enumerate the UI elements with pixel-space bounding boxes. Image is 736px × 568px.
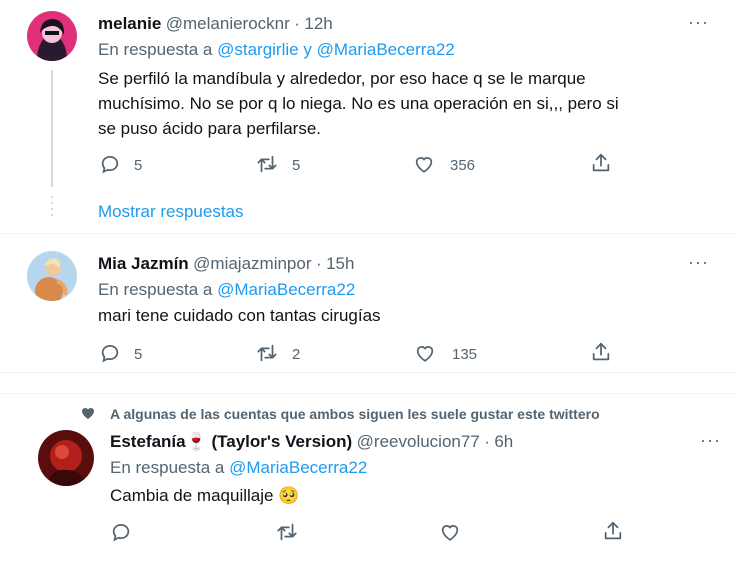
thread-line xyxy=(51,70,53,187)
show-replies-link[interactable]: Mostrar respuestas xyxy=(98,202,244,222)
thread-dots xyxy=(51,196,53,220)
share-icon[interactable] xyxy=(602,520,624,542)
reply-context: En respuesta a @stargirlie y @MariaBecer… xyxy=(98,40,455,60)
user-handle[interactable]: @melanierocknr xyxy=(166,14,290,33)
more-options-icon[interactable]: ··· xyxy=(688,252,709,273)
reply-context: En respuesta a @MariaBecerra22 xyxy=(110,458,367,478)
mention-link[interactable]: @stargirlie xyxy=(217,40,299,59)
retweet-count: 5 xyxy=(292,157,301,174)
social-context: A algunas de las cuentas que ambos sigue… xyxy=(110,406,600,422)
retweet-icon[interactable] xyxy=(255,153,279,175)
retweet-count: 2 xyxy=(292,346,301,363)
like-icon[interactable] xyxy=(413,342,437,364)
retweet-icon[interactable] xyxy=(255,342,279,364)
display-name[interactable]: melanie xyxy=(98,14,161,33)
tweet-header: Mia Jazmín @miajazminpor · 15h xyxy=(98,254,354,274)
timestamp[interactable]: 15h xyxy=(326,254,354,273)
like-icon[interactable] xyxy=(412,153,436,175)
divider xyxy=(0,233,736,234)
share-icon[interactable] xyxy=(590,152,612,174)
more-options-icon[interactable]: ··· xyxy=(700,430,721,451)
avatar[interactable] xyxy=(38,430,94,486)
reply-icon[interactable] xyxy=(110,521,132,543)
like-count: 135 xyxy=(452,346,478,363)
separator-dot: · xyxy=(315,254,322,273)
reply-context: En respuesta a @MariaBecerra22 xyxy=(98,280,355,300)
avatar[interactable] xyxy=(27,251,77,301)
like-count: 356 xyxy=(450,157,476,174)
separator-dot: · xyxy=(484,432,490,451)
more-options-icon[interactable]: ··· xyxy=(688,12,709,33)
user-handle[interactable]: @reevolucion77 xyxy=(357,432,480,451)
share-icon[interactable] xyxy=(590,341,612,363)
timestamp[interactable]: 12h xyxy=(304,14,332,33)
tweet-text: mari tene cuidado con tantas cirugías xyxy=(98,306,381,325)
reply-icon[interactable] xyxy=(99,342,121,364)
avatar[interactable] xyxy=(27,11,77,61)
heart-filled-icon xyxy=(80,405,96,421)
like-icon[interactable] xyxy=(438,521,462,543)
tweet-text: Cambia de maquillaje 🥺 xyxy=(110,486,300,505)
reply-count: 5 xyxy=(134,346,143,363)
timestamp[interactable]: 6h xyxy=(494,432,513,451)
retweet-icon[interactable] xyxy=(275,521,299,543)
reply-count: 5 xyxy=(134,157,143,174)
reply-prefix: En respuesta a xyxy=(98,40,213,59)
reply-and: y xyxy=(303,40,312,59)
tweet-text: Se perfiló la mandíbula y alrededor, por… xyxy=(98,69,619,138)
mention-link[interactable]: @MariaBecerra22 xyxy=(317,40,455,59)
mention-link[interactable]: @MariaBecerra22 xyxy=(217,280,355,299)
reply-prefix: En respuesta a xyxy=(98,280,213,299)
display-name[interactable]: Mia Jazmín xyxy=(98,254,189,273)
tweet-header: melanie @melanierocknr · 12h xyxy=(98,14,333,34)
tweet-header: Estefanía🍷 (Taylor's Version) @reevoluci… xyxy=(110,432,513,452)
display-name[interactable]: Estefanía🍷 (Taylor's Version) xyxy=(110,432,352,451)
separator-dot: · xyxy=(294,14,300,33)
user-handle[interactable]: @miajazminpor xyxy=(193,254,311,273)
reply-icon[interactable] xyxy=(99,153,121,175)
divider xyxy=(0,393,736,394)
reply-prefix: En respuesta a xyxy=(110,458,225,477)
section-gap xyxy=(0,373,736,393)
mention-link[interactable]: @MariaBecerra22 xyxy=(229,458,367,477)
